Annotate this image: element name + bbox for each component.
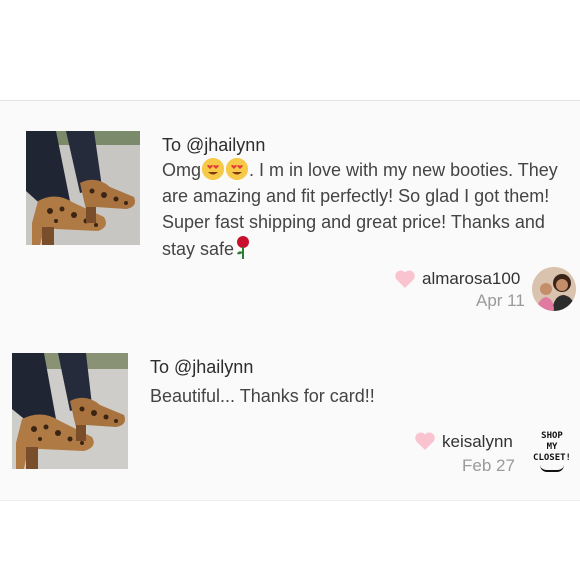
review-2-message: Beautiful... Thanks for card!!	[150, 386, 375, 406]
booties-image	[12, 353, 128, 469]
review-2-recipient[interactable]: To @jhailynn	[150, 357, 253, 378]
review-1-date: Apr 11	[476, 291, 525, 310]
review-2-photo[interactable]	[12, 353, 128, 469]
shop-my-closet-badge[interactable]: SHOP MY CLOSET!	[532, 431, 572, 475]
review-1-message-start: Omg	[162, 160, 202, 180]
badge-line-1: SHOP	[541, 431, 563, 441]
review-1-avatar[interactable]	[532, 267, 576, 311]
badge-line-2: MY	[546, 442, 558, 452]
heart-eyes-emoji-icon	[202, 158, 225, 180]
review-1-message: Omg. I m in love with my new booties. Th…	[162, 157, 562, 262]
heart-icon[interactable]	[394, 269, 416, 289]
bottom-blank-area	[0, 500, 580, 581]
booties-image	[26, 131, 140, 245]
review-1-username[interactable]: almarosa100	[422, 269, 520, 289]
review-1-recipient[interactable]: To @jhailynn	[162, 135, 265, 156]
review-2-date: Feb 27	[462, 456, 515, 475]
heart-eyes-emoji-icon	[226, 158, 249, 180]
rose-emoji-icon	[234, 235, 252, 259]
review-1-photo[interactable]	[26, 131, 140, 245]
heart-icon[interactable]	[414, 431, 436, 451]
top-blank-area	[0, 0, 580, 100]
reviews-card: To @jhailynn Omg. I m in love with my ne…	[0, 100, 580, 501]
badge-line-3: CLOSET!	[533, 453, 571, 463]
smile-icon	[540, 465, 564, 472]
avatar-photo	[532, 267, 576, 311]
review-2-username[interactable]: keisalynn	[442, 432, 513, 452]
